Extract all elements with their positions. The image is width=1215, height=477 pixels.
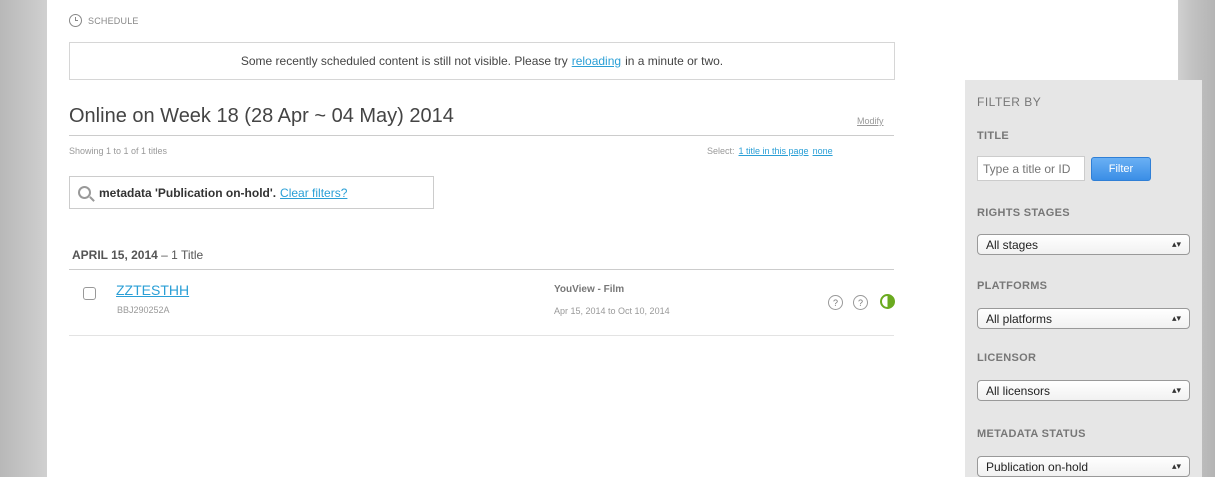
- updown-arrows-icon: ▴▾: [1171, 461, 1181, 471]
- notice-text-after: in a minute or two.: [625, 54, 724, 68]
- breadcrumb-label: SCHEDULE: [88, 15, 139, 26]
- notice-text-before: Some recently scheduled content is still…: [240, 54, 568, 68]
- select-page-link[interactable]: 1 title in this page: [739, 146, 809, 156]
- reload-notice: Some recently scheduled content is still…: [69, 42, 895, 80]
- updown-arrows-icon: ▴▾: [1171, 313, 1181, 323]
- left-gutter: [0, 0, 47, 477]
- question-icon[interactable]: ?: [853, 295, 868, 310]
- rights-stages-label: RIGHTS STAGES: [977, 207, 1070, 219]
- title-id: BBJ290252A: [117, 305, 170, 315]
- select-label: Select:: [707, 146, 735, 156]
- clear-filters-link[interactable]: Clear filters?: [280, 186, 347, 200]
- divider: [69, 135, 894, 136]
- row-checkbox[interactable]: [83, 287, 96, 300]
- filter-button[interactable]: Filter: [1091, 157, 1151, 181]
- updown-arrows-icon: ▴▾: [1171, 239, 1181, 249]
- filter-sidebar: FILTER BY TITLE Filter RIGHTS STAGES All…: [965, 80, 1202, 477]
- licensor-select[interactable]: All licensors ▴▾: [977, 380, 1190, 401]
- select-controls: Select: 1 title in this page none: [707, 146, 833, 156]
- metadata-status-label: METADATA STATUS: [977, 428, 1086, 440]
- main-content: SCHEDULE Some recently scheduled content…: [47, 0, 1202, 477]
- select-none-link[interactable]: none: [813, 146, 833, 156]
- group-count: – 1 Title: [161, 248, 204, 262]
- reload-link[interactable]: reloading: [572, 54, 621, 68]
- title-filter-input[interactable]: [977, 156, 1085, 181]
- availability-dates: Apr 15, 2014 to Oct 10, 2014: [554, 306, 670, 316]
- platforms-value: All platforms: [986, 311, 1053, 326]
- platforms-select[interactable]: All platforms ▴▾: [977, 308, 1190, 329]
- platforms-label: PLATFORMS: [977, 280, 1048, 292]
- licensor-label: LICENSOR: [977, 352, 1037, 364]
- filter-by-heading: FILTER BY: [977, 95, 1042, 109]
- table-row: ZZTESTHH BBJ290252A YouView - Film Apr 1…: [69, 270, 895, 336]
- rights-stages-value: All stages: [986, 237, 1039, 252]
- magnifier-icon: [78, 186, 91, 199]
- date-group-header: APRIL 15, 2014 – 1 Title: [72, 248, 203, 262]
- licensor-value: All licensors: [986, 383, 1051, 398]
- metadata-status-select[interactable]: Publication on-hold ▴▾: [977, 456, 1190, 477]
- active-filter: metadata 'Publication on-hold'. Clear fi…: [69, 176, 434, 209]
- question-icon[interactable]: ?: [828, 295, 843, 310]
- clock-icon: [69, 14, 82, 27]
- title-filter-label: TITLE: [977, 130, 1010, 142]
- channel-name: YouView - Film: [554, 284, 625, 295]
- title-link[interactable]: ZZTESTHH: [116, 282, 189, 298]
- breadcrumb[interactable]: SCHEDULE: [69, 14, 139, 27]
- metadata-status-value: Publication on-hold: [986, 459, 1089, 474]
- half-circle-status-icon[interactable]: [880, 294, 895, 309]
- modify-link[interactable]: Modify: [857, 116, 884, 126]
- active-filter-text: metadata 'Publication on-hold'.: [99, 185, 277, 200]
- results-count: Showing 1 to 1 of 1 titles: [69, 146, 168, 156]
- page-title: Online on Week 18 (28 Apr ~ 04 May) 2014: [69, 105, 454, 127]
- updown-arrows-icon: ▴▾: [1171, 385, 1181, 395]
- group-date: APRIL 15, 2014: [72, 248, 158, 262]
- rights-stages-select[interactable]: All stages ▴▾: [977, 234, 1190, 255]
